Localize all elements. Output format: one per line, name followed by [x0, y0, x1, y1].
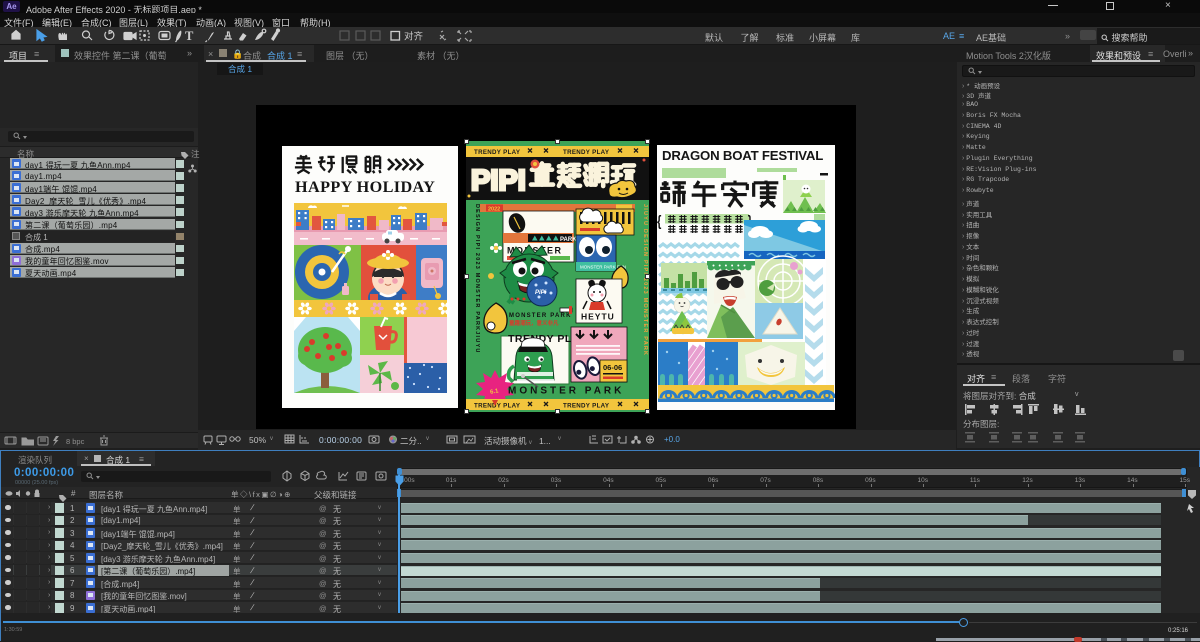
svg-text:JIUYU DESIGN PIPI 2023 MONSTER: JIUYU DESIGN PIPI 2023 MONSTER PARK	[642, 204, 648, 356]
svg-text:PIPI: PIPI	[471, 165, 526, 197]
svg-text:MONSTER PARK: MONSTER PARK	[508, 386, 624, 397]
svg-text:2022: 2022	[488, 207, 500, 213]
svg-text:PiPi: PiPi	[535, 290, 547, 296]
svg-text:HAPPY HOLIDAY: HAPPY HOLIDAY	[295, 178, 435, 196]
svg-text:{: {	[657, 212, 661, 229]
svg-text:HEYTU: HEYTU	[581, 312, 615, 322]
svg-text:童趣潮玩，意义非凡: 童趣潮玩，意义非凡	[509, 319, 559, 327]
svg-text:T: T	[185, 29, 194, 43]
svg-text:DESIGN PIPI 2023 MONSTER PARKJ: DESIGN PIPI 2023 MONSTER PARKJIUYU	[474, 204, 480, 354]
svg-text:8 bpc: 8 bpc	[66, 437, 85, 446]
svg-text:TRENDY PLAY: TRENDY PLAY	[474, 149, 521, 156]
svg-text:TRENDY PLAY: TRENDY PLAY	[563, 402, 610, 409]
svg-text:06-06: 06-06	[603, 363, 622, 372]
svg-text:PARK: PARK	[560, 237, 577, 243]
svg-text:对齐: 对齐	[404, 31, 424, 43]
svg-text:TRENDY PLAY: TRENDY PLAY	[563, 149, 610, 156]
svg-text:TRENDY PLAY: TRENDY PLAY	[474, 402, 521, 409]
svg-text:MONSTER PARK: MONSTER PARK	[509, 313, 572, 319]
svg-text:DRAGON BOAT FESTIVAL: DRAGON BOAT FESTIVAL	[662, 148, 823, 163]
